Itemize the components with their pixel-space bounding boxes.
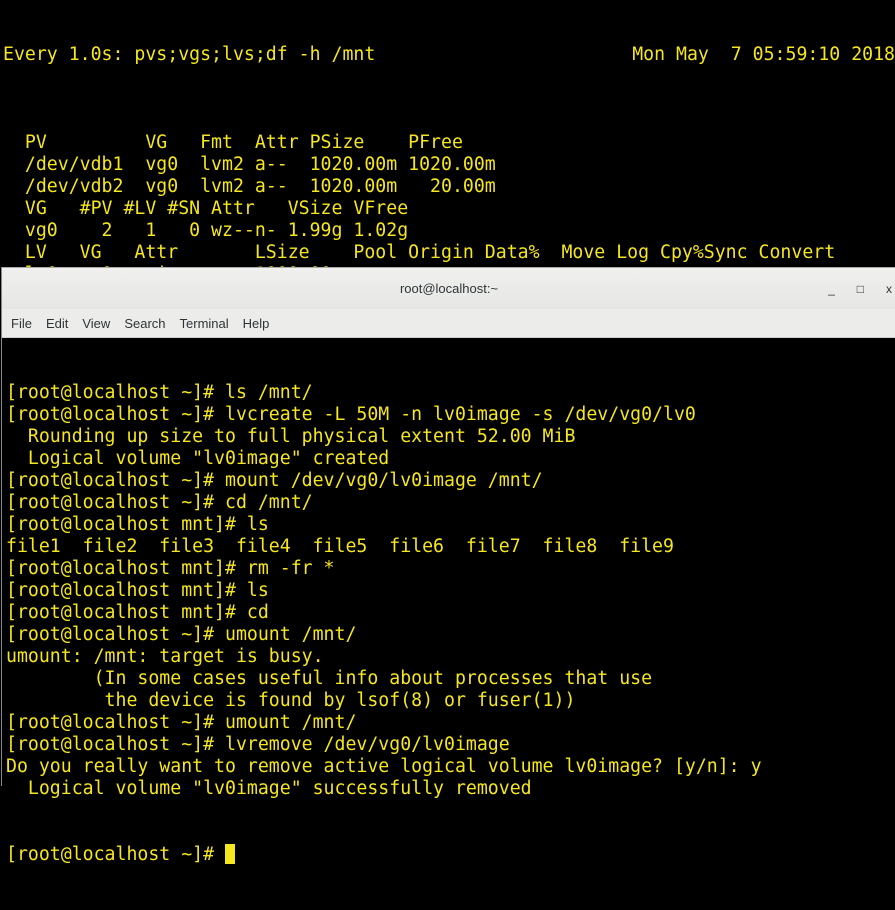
output-line: VG #PV #LV #SN Attr VSize VFree	[3, 198, 409, 219]
output-line: Rounding up size to full physical extent…	[6, 426, 576, 447]
watch-header: Every 1.0s: pvs;vgs;lvs;df -h /mnt Mon M…	[0, 44, 895, 66]
output-line: [root@localhost ~]# cd /mnt/	[6, 492, 313, 513]
output-line: [root@localhost ~]# umount /mnt/	[6, 624, 357, 645]
terminal-prompt-line[interactable]: [root@localhost ~]#	[6, 844, 895, 866]
output-line: [root@localhost mnt]# cd	[6, 602, 269, 623]
output-line: (In some cases useful info about process…	[6, 668, 653, 689]
minimize-button[interactable]: _	[828, 282, 835, 296]
title-bar[interactable]: root@localhost:~ _ □ x	[2, 267, 895, 309]
menu-terminal[interactable]: Terminal	[180, 316, 229, 331]
output-line: umount: /mnt: target is busy.	[6, 646, 324, 667]
output-line: Do you really want to remove active logi…	[6, 756, 762, 777]
maximize-button[interactable]: □	[857, 282, 864, 296]
output-line: [root@localhost ~]# ls /mnt/	[6, 382, 313, 403]
menu-bar: File Edit View Search Terminal Help	[2, 309, 895, 338]
output-line: [root@localhost ~]# lvremove /dev/vg0/lv…	[6, 734, 510, 755]
watch-output-pane: Every 1.0s: pvs;vgs;lvs;df -h /mnt Mon M…	[0, 0, 895, 329]
output-line: [root@localhost mnt]# ls	[6, 580, 269, 601]
cursor	[225, 844, 235, 864]
menu-help[interactable]: Help	[243, 316, 270, 331]
output-line: [root@localhost ~]# mount /dev/vg0/lv0im…	[6, 470, 543, 491]
watch-timestamp: Mon May 7 05:59:10 2018	[632, 44, 895, 65]
output-line: LV VG Attr LSize Pool Origin Data% Move …	[3, 242, 836, 263]
output-line: Logical volume "lv0image" created	[6, 448, 390, 469]
terminal-output[interactable]: [root@localhost ~]# ls /mnt/[root@localh…	[2, 338, 895, 910]
output-line: the device is found by lsof(8) or fuser(…	[6, 690, 576, 711]
output-line: Logical volume "lv0image" successfully r…	[6, 778, 532, 799]
terminal-prompt: [root@localhost ~]#	[6, 844, 225, 865]
menu-file[interactable]: File	[11, 316, 32, 331]
output-line: [root@localhost mnt]# ls	[6, 514, 269, 535]
terminal-window: root@localhost:~ _ □ x File Edit View Se…	[1, 267, 895, 865]
output-line: PV VG Fmt Attr PSize PFree	[3, 132, 463, 153]
output-line: /dev/vdb1 vg0 lvm2 a-- 1020.00m 1020.00m	[3, 154, 496, 175]
watch-command: Every 1.0s: pvs;vgs;lvs;df -h /mnt	[3, 44, 376, 65]
window-title: root@localhost:~	[399, 281, 499, 296]
output-line: [root@localhost ~]# lvcreate -L 50M -n l…	[6, 404, 696, 425]
menu-view[interactable]: View	[82, 316, 110, 331]
output-line: vg0 2 1 0 wz--n- 1.99g 1.02g	[3, 220, 409, 241]
menu-search[interactable]: Search	[124, 316, 165, 331]
output-line: file1 file2 file3 file4 file5 file6 file…	[6, 536, 674, 557]
output-line: [root@localhost ~]# umount /mnt/	[6, 712, 357, 733]
output-line: /dev/vdb2 vg0 lvm2 a-- 1020.00m 20.00m	[3, 176, 496, 197]
close-button[interactable]: x	[886, 282, 892, 296]
output-line: [root@localhost mnt]# rm -fr *	[6, 558, 335, 579]
menu-edit[interactable]: Edit	[46, 316, 68, 331]
